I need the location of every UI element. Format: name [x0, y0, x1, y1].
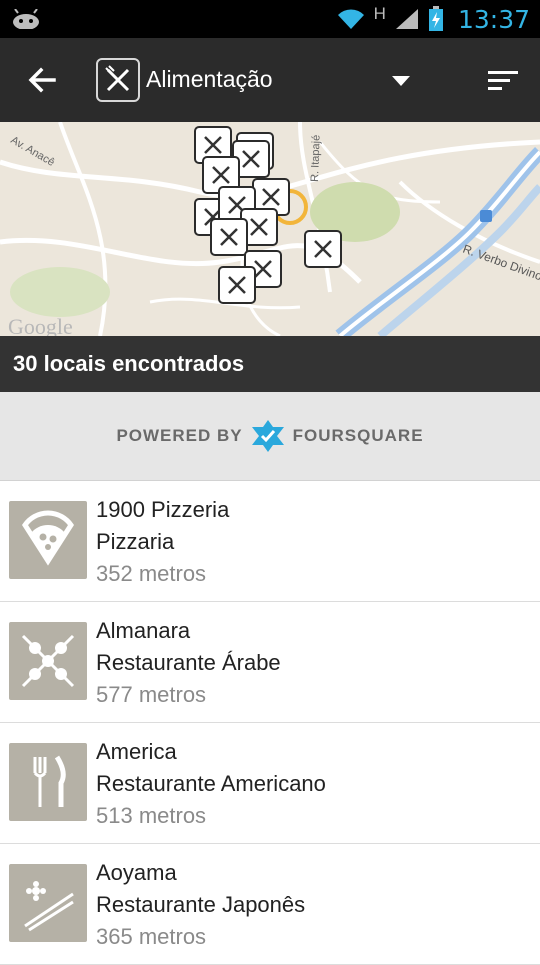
place-distance: 352 metros [96, 561, 207, 586]
place-distance: 577 metros [96, 682, 207, 707]
place-name: America [96, 739, 177, 764]
results-count-bar: 30 locais encontrados [0, 336, 540, 392]
wifi-icon [337, 9, 364, 29]
list-item[interactable]: Aoyama Restaurante Japonês 365 metros [0, 844, 540, 965]
android-notification-icon [13, 9, 39, 29]
signal-icon [395, 9, 418, 29]
place-thumbnail [9, 501, 87, 579]
map-marker[interactable] [304, 230, 342, 268]
pizza-icon [21, 510, 75, 566]
place-distance: 513 metros [96, 803, 207, 828]
map-marker[interactable] [218, 266, 256, 304]
back-arrow-icon[interactable] [24, 62, 60, 98]
fork-knife-icon [33, 755, 66, 807]
fork-knife-icon [212, 166, 230, 184]
place-thumbnail [9, 743, 87, 821]
fork-knife-icon [242, 150, 260, 168]
fork-knife-icon [204, 136, 222, 154]
fork-knife-icon [250, 218, 268, 236]
fork-knife-icon [314, 240, 332, 258]
fork-knife-icon [220, 228, 238, 246]
place-name: 1900 Pizzeria [96, 497, 230, 522]
places-list: 1900 Pizzeria Pizzaria 352 metros Almana… [0, 481, 540, 965]
powered-by-label: POWERED BY [116, 426, 243, 445]
place-name: Almanara [96, 618, 191, 643]
google-watermark: Google [8, 314, 73, 336]
place-category: Restaurante Americano [96, 771, 326, 796]
place-distance: 365 metros [96, 924, 207, 949]
network-type-label: H [373, 4, 386, 23]
place-thumbnail [9, 864, 87, 942]
kebab-icon [21, 634, 75, 688]
street-label: R. Itapajé [309, 135, 323, 182]
list-item[interactable]: 1900 Pizzeria Pizzaria 352 metros [0, 481, 540, 602]
map-marker[interactable] [210, 218, 248, 256]
category-selector-label[interactable]: Alimentação [146, 66, 273, 93]
fork-knife-icon [228, 276, 246, 294]
dropdown-triangle-icon[interactable] [390, 74, 412, 88]
fork-knife-icon [105, 65, 130, 92]
place-thumbnail [9, 622, 87, 700]
street-label: Av. Anacê [9, 134, 57, 169]
results-count-label: 30 locais encontrados [13, 351, 245, 376]
place-name: Aoyama [96, 860, 177, 885]
place-category: Restaurante Japonês [96, 892, 306, 917]
list-item[interactable]: America Restaurante Americano 513 metros [0, 723, 540, 844]
place-category: Restaurante Árabe [96, 650, 281, 675]
sort-icon[interactable] [486, 68, 520, 94]
fork-knife-icon [262, 188, 280, 206]
foursquare-logo-icon [251, 420, 284, 452]
place-category: Pizzaria [96, 529, 175, 554]
foursquare-brand-label: FOURSQUARE [292, 426, 424, 445]
powered-by-foursquare: POWERED BY FOURSQUARE [0, 392, 540, 481]
battery-charging-icon [428, 6, 443, 31]
category-icon [96, 58, 140, 102]
chopsticks-icon [24, 881, 74, 932]
status-bar: H 13:37 [0, 0, 540, 38]
list-item[interactable]: Almanara Restaurante Árabe 577 metros [0, 602, 540, 723]
map-view[interactable]: Av. Anacê R. Itapajé R. Verbo Divino Goo… [0, 122, 540, 336]
action-bar: Alimentação [0, 38, 540, 122]
clock: 13:37 [457, 4, 530, 34]
